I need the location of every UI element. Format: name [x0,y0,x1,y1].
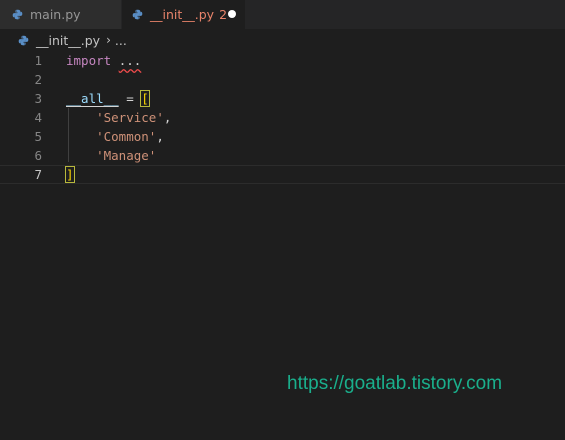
code-text: ] [65,166,75,183]
chevron-right-icon: › [106,33,111,47]
close-bracket: ] [65,166,75,183]
code-line-active: 7 ] [0,165,565,184]
import-keyword: import [66,53,112,68]
open-bracket: [ [140,90,150,107]
string-literal: 'Common' [96,129,157,144]
code-line: 4 'Service', [0,108,565,127]
code-text: 'Manage' [66,146,156,165]
code-line: 5 'Common', [0,127,565,146]
python-icon [12,9,23,20]
code-text: 'Common', [66,127,164,146]
tab-main-py[interactable]: main.py [0,0,122,29]
code-text: 'Service', [66,108,171,127]
breadcrumb: __init__.py › ... [0,29,565,51]
tab-init-py[interactable]: __init__.py 2 [122,0,245,29]
tab-label: main.py [30,7,81,22]
code-line: 3 __all__ = [ [0,89,565,108]
python-icon [18,35,29,45]
tab-label: __init__.py [150,7,215,22]
error-ellipsis: ... [118,53,142,68]
line-number: 3 [34,91,42,106]
line-number: 7 [34,167,42,182]
code-editor[interactable]: 1 import ... 2 3 __all__ = [ 4 'Service'… [0,51,565,184]
string-literal: 'Manage' [96,148,157,163]
comma: , [163,110,172,125]
breadcrumb-more[interactable]: ... [115,33,127,48]
code-line: 6 'Manage' [0,146,565,165]
line-number: 1 [34,53,42,68]
line-number: 5 [34,129,42,144]
comma: , [156,129,164,144]
line-number: 6 [34,148,42,163]
unsaved-dot-icon[interactable] [228,10,236,18]
watermark-text: https://goatlab.tistory.com [287,373,503,394]
problem-count-badge: 2 [219,7,228,22]
breadcrumb-file[interactable]: __init__.py [36,33,100,48]
line-number: 2 [34,72,42,87]
tab-bar: main.py __init__.py 2 [0,0,565,29]
assign-operator: = [118,91,142,106]
line-number: 4 [34,110,42,125]
all-variable: __all__ [66,91,119,106]
code-line: 1 import ... [0,51,565,70]
code-text: __all__ = [ [66,89,150,108]
code-line: 2 [0,70,565,89]
python-icon [132,9,143,20]
string-literal: 'Service' [96,110,164,125]
code-text: import ... [66,51,141,70]
